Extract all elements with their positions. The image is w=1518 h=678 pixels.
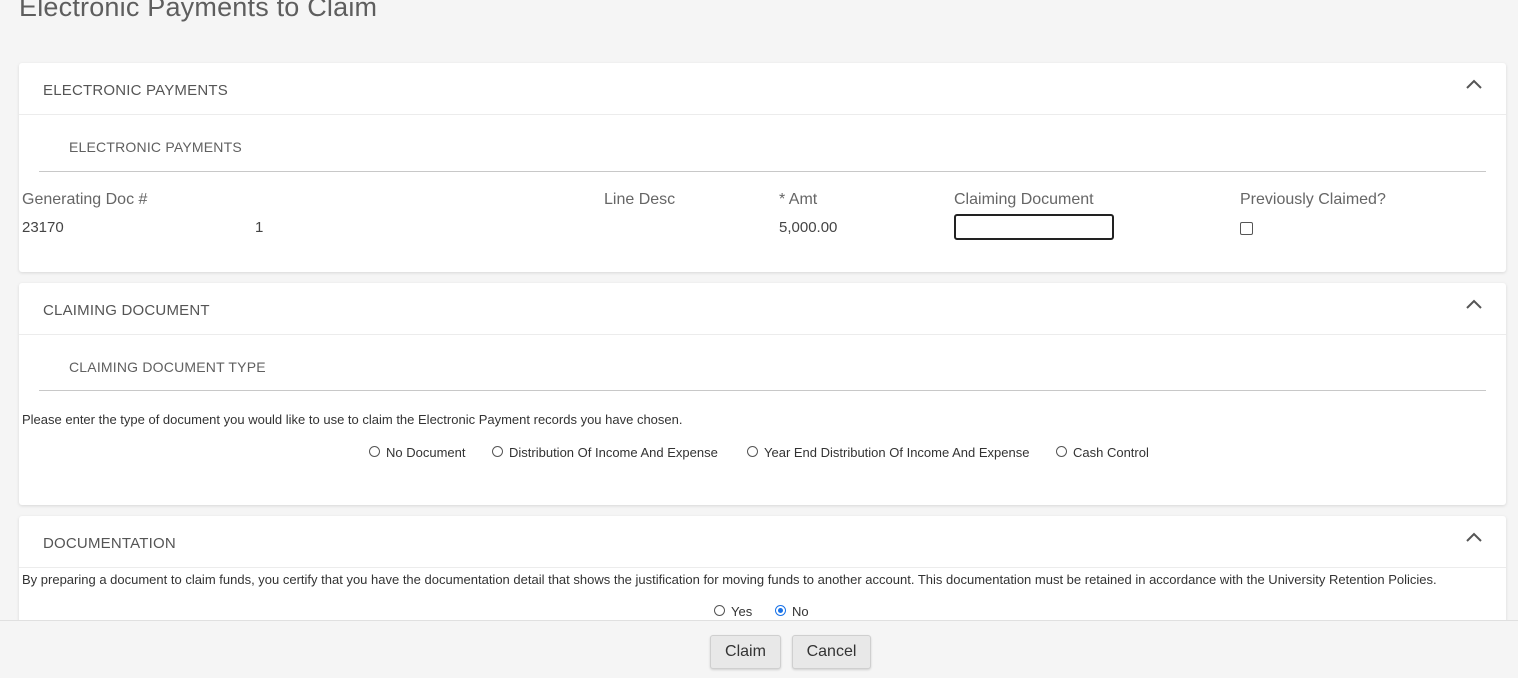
radio-cash-control[interactable]: Cash Control — [1056, 445, 1149, 460]
column-header-claiming-document: Claiming Document — [954, 191, 1094, 208]
radio-distribution-income-expense[interactable]: Distribution Of Income And Expense — [492, 445, 718, 460]
documentation-header[interactable]: DOCUMENTATION — [19, 516, 1506, 568]
section-divider — [39, 390, 1486, 391]
footer-action-bar: Claim Cancel — [0, 620, 1518, 678]
electronic-payments-subtitle: ELECTRONIC PAYMENTS — [69, 139, 242, 155]
radio-button[interactable] — [775, 605, 786, 616]
claiming-document-type-subtitle: CLAIMING DOCUMENT TYPE — [69, 359, 266, 375]
documentation-title: DOCUMENTATION — [43, 535, 176, 552]
column-header-previously-claimed: Previously Claimed? — [1240, 191, 1386, 208]
claiming-document-instruction: Please enter the type of document you wo… — [22, 412, 683, 427]
page-title: Electronic Payments to Claim — [19, 0, 378, 22]
radio-year-end-distribution[interactable]: Year End Distribution Of Income And Expe… — [747, 445, 1029, 460]
line-number-value: 1 — [255, 219, 264, 236]
radio-label: Year End Distribution Of Income And Expe… — [764, 445, 1030, 460]
radio-label: Yes — [731, 604, 753, 619]
radio-label: Cash Control — [1073, 445, 1149, 460]
chevron-up-icon[interactable] — [1464, 297, 1484, 313]
radio-button[interactable] — [369, 446, 380, 457]
electronic-payments-card: ELECTRONIC PAYMENTS ELECTRONIC PAYMENTS … — [19, 63, 1506, 272]
chevron-up-icon[interactable] — [1464, 77, 1484, 93]
radio-label: No — [792, 604, 809, 619]
electronic-payments-header[interactable]: ELECTRONIC PAYMENTS — [19, 63, 1506, 115]
radio-documentation-yes[interactable]: Yes — [714, 604, 752, 619]
claiming-document-title: CLAIMING DOCUMENT — [43, 302, 210, 319]
documentation-card: DOCUMENTATION By preparing a document to… — [19, 516, 1506, 626]
claiming-document-header[interactable]: CLAIMING DOCUMENT — [19, 283, 1506, 335]
column-header-amt: * Amt — [779, 191, 818, 208]
radio-button[interactable] — [714, 605, 725, 616]
claiming-document-input[interactable] — [954, 214, 1114, 240]
column-header-line-desc: Line Desc — [604, 191, 676, 208]
claim-button[interactable]: Claim — [710, 635, 781, 669]
radio-documentation-no[interactable]: No — [775, 604, 809, 619]
documentation-statement: By preparing a document to claim funds, … — [22, 572, 1437, 587]
column-header-generating-doc: Generating Doc # — [22, 191, 148, 208]
radio-label: No Document — [386, 445, 466, 460]
radio-label: Distribution Of Income And Expense — [509, 445, 718, 460]
radio-button[interactable] — [747, 446, 758, 457]
chevron-up-icon[interactable] — [1464, 530, 1484, 546]
claiming-document-card: CLAIMING DOCUMENT CLAIMING DOCUMENT TYPE… — [19, 283, 1506, 505]
electronic-payments-title: ELECTRONIC PAYMENTS — [43, 82, 228, 99]
amt-value: 5,000.00 — [779, 219, 838, 236]
cancel-button[interactable]: Cancel — [792, 635, 871, 669]
generating-doc-value: 23170 — [22, 219, 64, 236]
previously-claimed-checkbox[interactable] — [1240, 222, 1253, 235]
section-divider — [39, 171, 1486, 172]
radio-no-document[interactable]: No Document — [369, 445, 465, 460]
radio-button[interactable] — [1056, 446, 1067, 457]
radio-button[interactable] — [492, 446, 503, 457]
